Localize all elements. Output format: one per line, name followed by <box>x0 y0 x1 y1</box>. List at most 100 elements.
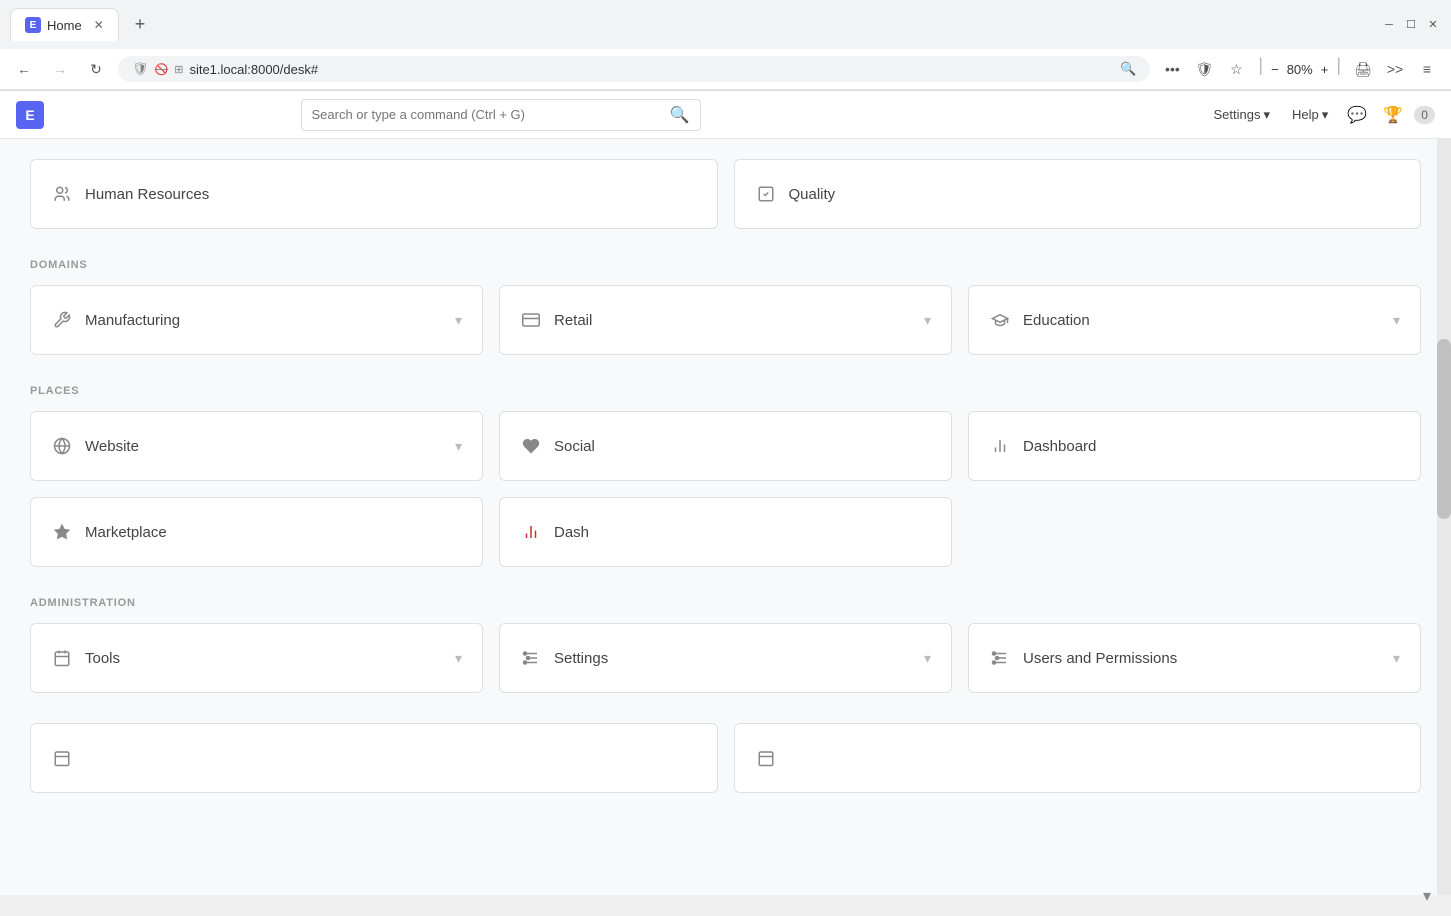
help-btn[interactable]: Help ▾ <box>1284 103 1336 127</box>
search-box[interactable]: 🔍 <box>301 99 701 131</box>
search-icon: 🔍 <box>1120 61 1136 77</box>
maximize-btn[interactable]: ☐ <box>1403 17 1419 33</box>
quality-label: Quality <box>789 186 1401 203</box>
help-label: Help <box>1292 107 1319 122</box>
users-permissions-card[interactable]: Users and Permissions ▾ <box>968 623 1421 693</box>
divider: | <box>1254 55 1267 83</box>
marketplace-icon <box>51 521 73 543</box>
zoom-display: 80% <box>1287 55 1313 83</box>
forward-btn[interactable]: → <box>46 55 74 83</box>
main-content: Human Resources Quality DOMAINS Manufact… <box>0 139 1451 895</box>
bookmark-btn[interactable]: ☆ <box>1222 55 1250 83</box>
manufacturing-chevron: ▾ <box>455 312 462 329</box>
settings-label: Settings <box>1214 107 1261 122</box>
manufacturing-icon <box>51 309 73 331</box>
chat-btn[interactable]: 💬 <box>1342 100 1372 130</box>
settings-chevron: ▾ <box>1263 107 1270 123</box>
bottom-partial-section <box>30 723 1421 793</box>
tab-close-btn[interactable]: ✕ <box>94 18 104 32</box>
places-section: PLACES Website ▾ Social Dashboard <box>30 385 1421 567</box>
human-resources-icon <box>51 183 73 205</box>
domains-section: DOMAINS Manufacturing ▾ Retail ▾ <box>30 259 1421 355</box>
more-options-btn[interactable]: ••• <box>1158 55 1186 83</box>
bottom-card-2-icon <box>755 747 777 769</box>
marketplace-card[interactable]: Marketplace <box>30 497 483 567</box>
places-row1: Website ▾ Social Dashboard <box>30 411 1421 481</box>
shield-nav-btn[interactable]: 🛡 <box>1190 55 1218 83</box>
settings-card[interactable]: Settings ▾ <box>499 623 952 693</box>
website-label: Website <box>85 438 443 455</box>
social-icon <box>520 435 542 457</box>
dash-card[interactable]: Dash <box>499 497 952 567</box>
education-label: Education <box>1023 312 1381 329</box>
retail-card[interactable]: Retail ▾ <box>499 285 952 355</box>
address-bar[interactable]: 🛡 🚫 ⊞ site1.local:8000/desk# 🔍 <box>118 56 1150 82</box>
dashboard-label: Dashboard <box>1023 438 1400 455</box>
search-icon: 🔍 <box>670 105 690 125</box>
window-controls: ─ ☐ ✕ <box>1381 17 1441 33</box>
trophy-btn[interactable]: 🏆 <box>1378 100 1408 130</box>
marketplace-label: Marketplace <box>85 524 462 541</box>
notif-badge[interactable]: 0 <box>1414 106 1435 124</box>
website-card[interactable]: Website ▾ <box>30 411 483 481</box>
scrollbar-track[interactable] <box>1437 139 1451 895</box>
top-partial-section: Human Resources Quality <box>30 159 1421 229</box>
users-permissions-icon <box>989 647 1011 669</box>
places-row2: Marketplace Dash <box>30 497 1421 567</box>
hamburger-btn[interactable]: ≡ <box>1413 55 1441 83</box>
new-tab-btn[interactable]: + <box>127 6 154 43</box>
education-chevron: ▾ <box>1393 312 1400 329</box>
administration-label: ADMINISTRATION <box>30 597 1421 609</box>
browser-tab[interactable]: E Home ✕ <box>10 8 119 41</box>
shield-icon: 🛡 <box>132 61 149 77</box>
settings-label: Settings <box>554 650 912 667</box>
bottom-card-1[interactable] <box>30 723 718 793</box>
quality-card[interactable]: Quality <box>734 159 1422 229</box>
retail-label: Retail <box>554 312 912 329</box>
dash-icon <box>520 521 542 543</box>
dash-label: Dash <box>554 524 931 541</box>
zoom-plus-btn[interactable]: + <box>1321 55 1329 83</box>
browser-chrome: E Home ✕ + ─ ☐ ✕ ← → ↻ 🛡 🚫 ⊞ site1.local… <box>0 0 1451 91</box>
tools-card[interactable]: Tools ▾ <box>30 623 483 693</box>
tracking-icon: 🚫 <box>155 63 169 76</box>
reload-btn[interactable]: ↻ <box>82 55 110 83</box>
education-card[interactable]: Education ▾ <box>968 285 1421 355</box>
minimize-btn[interactable]: ─ <box>1381 17 1397 33</box>
app-header: E 🔍 Settings ▾ Help ▾ 💬 🏆 0 <box>0 91 1451 139</box>
human-resources-card[interactable]: Human Resources <box>30 159 718 229</box>
places-label: PLACES <box>30 385 1421 397</box>
social-card[interactable]: Social <box>499 411 952 481</box>
users-permissions-label: Users and Permissions <box>1023 650 1381 667</box>
scroll-down-indicator[interactable]: ▾ <box>1423 886 1431 895</box>
scrollbar-thumb[interactable] <box>1437 339 1451 519</box>
zoom-minus-btn[interactable]: − <box>1271 55 1279 83</box>
close-window-btn[interactable]: ✕ <box>1425 17 1441 33</box>
print-btn[interactable]: 🖨 <box>1349 55 1377 83</box>
quality-icon <box>755 183 777 205</box>
administration-section: ADMINISTRATION Tools ▾ Settings ▾ <box>30 597 1421 693</box>
header-actions: Settings ▾ Help ▾ 💬 🏆 0 <box>1206 100 1435 130</box>
tools-label: Tools <box>85 650 443 667</box>
help-chevron: ▾ <box>1322 107 1329 123</box>
app-logo[interactable]: E <box>16 101 44 129</box>
extensions-btn[interactable]: >> <box>1381 55 1409 83</box>
tools-chevron: ▾ <box>455 650 462 667</box>
domains-grid: Manufacturing ▾ Retail ▾ Education ▾ <box>30 285 1421 355</box>
settings-chevron: ▾ <box>924 650 931 667</box>
dashboard-card[interactable]: Dashboard <box>968 411 1421 481</box>
manufacturing-card[interactable]: Manufacturing ▾ <box>30 285 483 355</box>
back-btn[interactable]: ← <box>10 55 38 83</box>
settings-icon <box>520 647 542 669</box>
bottom-card-2[interactable] <box>734 723 1422 793</box>
website-chevron: ▾ <box>455 438 462 455</box>
retail-chevron: ▾ <box>924 312 931 329</box>
nav-icons: ••• 🛡 ☆ | − 80% + | 🖨 >> ≡ <box>1158 55 1441 83</box>
search-input[interactable] <box>312 107 664 122</box>
settings-btn[interactable]: Settings ▾ <box>1206 103 1279 127</box>
url-display: site1.local:8000/desk# <box>189 62 1114 77</box>
dashboard-icon <box>989 435 1011 457</box>
domains-label: DOMAINS <box>30 259 1421 271</box>
human-resources-label: Human Resources <box>85 186 697 203</box>
retail-icon <box>520 309 542 331</box>
